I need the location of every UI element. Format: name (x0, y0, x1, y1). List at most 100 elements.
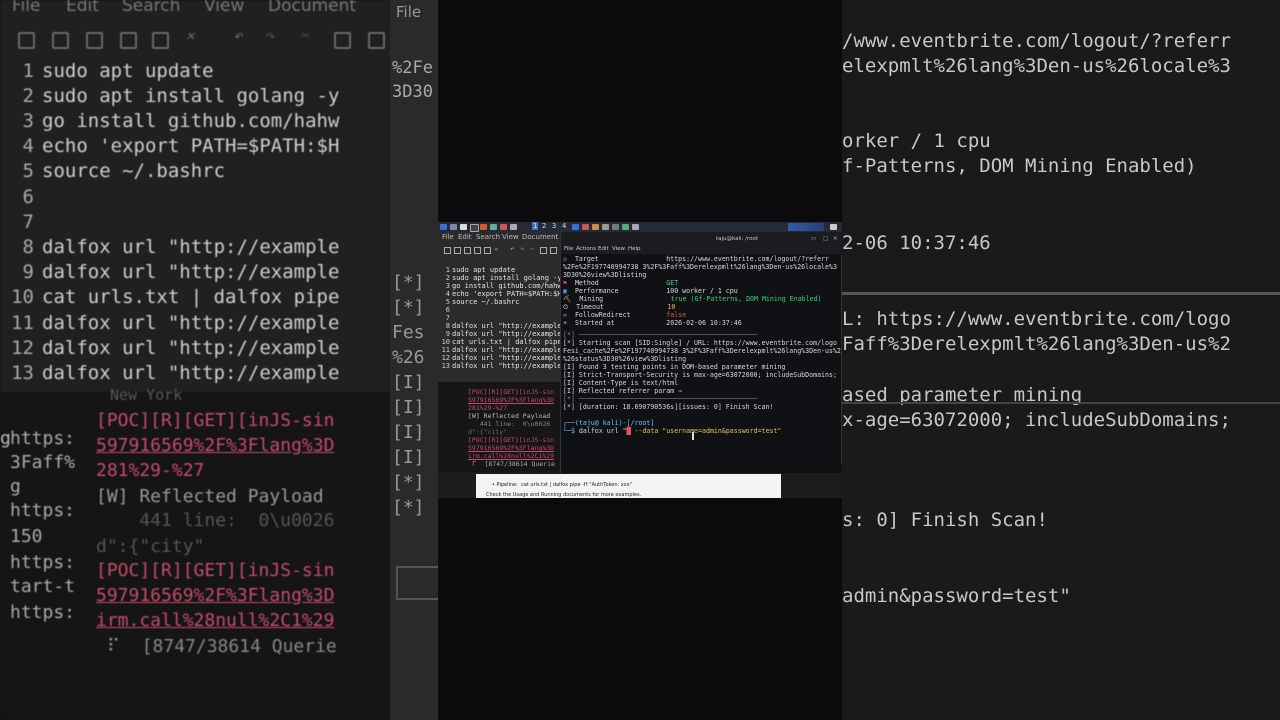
terminal-menu-file[interactable]: File (564, 246, 573, 252)
code-line[interactable]: 6 (438, 306, 452, 314)
scan-log-line: %26status%3D30%26view%3Dlisting (563, 355, 687, 363)
terminal-icon[interactable] (470, 224, 479, 232)
redo-icon[interactable]: ↷ (520, 245, 525, 253)
terminal-menu-actions[interactable]: Actions (576, 246, 596, 252)
close-icon[interactable]: ✕ (494, 246, 499, 253)
scan-log-line: [*] Starting scan [SID:Single] / URL: ht… (563, 339, 837, 347)
code-line[interactable]: 7 (438, 314, 452, 322)
save-icon[interactable] (464, 247, 471, 254)
bg-code-line: 3 go install github.com/hahw (22, 110, 340, 132)
revert-icon[interactable] (484, 247, 491, 254)
copy-icon[interactable] (540, 247, 547, 254)
task-icon[interactable] (612, 224, 619, 230)
bg-right-line: Faff%3Derelexpmlt%26lang%3Den-us%2 (842, 333, 1231, 355)
term-output-line: irm.call%28null%2C1%29 (468, 452, 555, 460)
background-editor-left: File Edit Search View Document ✕ ↶ ↷ ✂ 1… (0, 0, 438, 720)
code-line[interactable]: 1 sudo apt update (438, 266, 515, 274)
task-icon[interactable] (572, 224, 579, 230)
task-icon[interactable] (602, 224, 609, 230)
workspace-4[interactable]: 4 (562, 222, 566, 230)
scan-log-line: [*] ────────────────────────────────────… (563, 395, 758, 403)
cut-icon[interactable]: ✂ (530, 246, 535, 253)
minimize-icon[interactable]: ▭ (811, 236, 816, 242)
task-icon[interactable] (592, 224, 599, 230)
code-line[interactable]: 9 dalfox url "http://example (438, 330, 562, 338)
task-icon[interactable] (582, 224, 589, 230)
show-desktop-icon[interactable] (450, 224, 457, 230)
desktop-screenshot: 1 2 3 4 File Edit Search View Document ✕ (438, 222, 842, 498)
prompt-line: ┌──(taju@ kali)-[/root] (563, 419, 655, 427)
code-line[interactable]: 12 dalfox url "http://example (438, 354, 562, 362)
bg-code-line: 10 cat urls.txt | dalfox pipe (11, 286, 340, 308)
bg-term-side: https: (10, 500, 76, 521)
bg-revert-icon (152, 32, 169, 49)
browser-icon[interactable] (480, 224, 487, 230)
bg-copy-icon (334, 32, 351, 49)
terminal-menu-help[interactable]: Help (628, 246, 641, 252)
term-output-line: 597916569%2F%3Flang%3D (468, 396, 555, 404)
bg-code-line: 1 sudo apt update (22, 60, 214, 82)
bg-term-line: 281%29-%27 (96, 460, 205, 481)
bg-terminal-pane: g https: 3Faff% g https: 150 https: tart… (0, 386, 438, 720)
bg-term-line: [POC][R][GET][inJS-sin (96, 560, 335, 581)
terminal-scrollbar[interactable] (841, 255, 842, 465)
bg-right-line: s: 0] Finish Scan! (842, 509, 1048, 531)
scan-target-continued: 3D30%26view%3Dlisting (563, 271, 647, 279)
code-line[interactable]: 13 dalfox url "http://example (438, 362, 562, 370)
terminal-menu-view[interactable]: View (612, 246, 625, 252)
code-line[interactable]: 3 go install github.com/hahw (438, 282, 562, 290)
editor-menu-view[interactable]: View (502, 233, 519, 241)
bg-term-line: 597916569%2F%3Flang%3D (96, 585, 335, 606)
bg-term-line: New York (110, 386, 183, 404)
bg-code-line: 5 source ~/.bashrc (22, 160, 226, 182)
term-output-line: 281%29-%27 (468, 404, 508, 412)
workspace-2[interactable]: 2 (542, 222, 546, 230)
code-line[interactable]: 4 echo 'export PATH=$PATH:$H (438, 290, 562, 298)
bg-right-line: x-age=63072000; includeSubDomains; (842, 409, 1231, 431)
bg-term-line: d":{"city" (96, 536, 205, 557)
doc-text-line: Check the Usage and Running documents fo… (486, 492, 642, 498)
code-line[interactable]: 2 sudo apt install golang -y (438, 274, 562, 282)
editor-menu-file[interactable]: File (442, 233, 454, 241)
undo-icon[interactable]: ↶ (510, 245, 515, 253)
command-line[interactable]: └─$ dalfox url "█ --data "username=admin… (563, 427, 781, 435)
task-icon[interactable] (622, 224, 629, 230)
terminal-menu-edit[interactable]: Edit (598, 246, 609, 252)
paste-icon[interactable] (550, 247, 557, 254)
bg-prompt-box (396, 566, 438, 600)
workspace-1[interactable]: 1 (532, 222, 539, 230)
maximize-icon[interactable]: □ (823, 236, 828, 242)
task-icon[interactable] (632, 224, 639, 230)
editor-menu-document[interactable]: Document (522, 233, 558, 241)
editor-menu-edit[interactable]: Edit (458, 233, 472, 241)
app-icon[interactable] (510, 224, 517, 230)
bg-divider (842, 402, 1280, 404)
scan-row-timeout: ⏲ Timeout 10 (563, 303, 676, 311)
editor-menu-search[interactable]: Search (476, 233, 500, 241)
app-icon[interactable] (490, 224, 497, 230)
mousepad-editor-window: File Edit Search View Document ✕ ↶ ↷ ✂ 1… (438, 232, 562, 472)
code-line[interactable]: 8 dalfox url "http://example (438, 322, 562, 330)
scan-row-redirect: ⇄ FollowRedirect false (563, 311, 687, 319)
bg-paste-icon (368, 32, 385, 49)
bg-term-side: https: (10, 602, 76, 623)
code-line[interactable]: 11 dalfox url "http://example (438, 346, 562, 354)
code-line[interactable]: 10 cat urls.txt | dalfox pipe (438, 338, 562, 346)
editor-bottom-terminal: [POC][R][GET][inJS-sin 597916569%2F%3Fla… (438, 382, 562, 472)
save-as-icon[interactable] (474, 247, 481, 254)
app-icon[interactable] (500, 224, 507, 230)
open-icon[interactable] (454, 247, 461, 254)
doc-text-line: • Pipeline: cat urls.txt | dalfox pipe -… (492, 482, 632, 488)
scan-target-continued: %2Fe%2F197740994738 3%2F%3Faff%3Derelexp… (563, 263, 837, 271)
new-icon[interactable] (444, 247, 451, 254)
tray-icon[interactable] (830, 224, 837, 230)
close-icon[interactable]: ✕ (833, 236, 838, 242)
scan-log-line: Fesi_cache%2Fe%2F197740994738 3%2F%3Faff… (563, 347, 841, 355)
file-manager-icon[interactable] (460, 224, 467, 230)
bg-code-line: 6 (22, 186, 34, 208)
workspace-3[interactable]: 3 (552, 222, 556, 230)
kali-menu-icon[interactable] (440, 224, 447, 230)
scan-log-line: [I] Found 3 testing points in DOM-based … (563, 363, 786, 371)
code-line[interactable]: 5 source ~/.bashrc (438, 298, 520, 306)
bg-saveas-icon (120, 32, 137, 49)
